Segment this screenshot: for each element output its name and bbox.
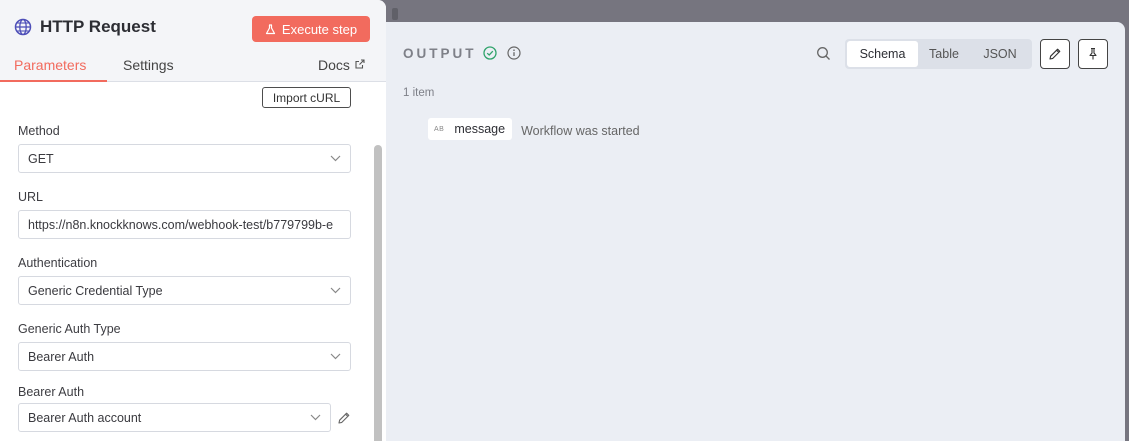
output-view-toggle: Schema Table JSON [845, 39, 1032, 69]
external-link-icon [355, 59, 365, 69]
authentication-select[interactable]: Generic Credential Type [18, 276, 351, 305]
node-title: HTTP Request [40, 17, 156, 36]
canvas-top-strip [372, 0, 1129, 22]
chevron-down-icon [330, 353, 341, 360]
flask-icon [265, 23, 276, 34]
view-schema-button[interactable]: Schema [847, 41, 918, 67]
execute-step-label: Execute step [281, 21, 358, 37]
generic-auth-type-value: Bearer Auth [28, 349, 95, 364]
import-curl-button[interactable]: Import cURL [262, 87, 351, 108]
view-table-button[interactable]: Table [918, 41, 970, 67]
pencil-icon [1049, 48, 1061, 60]
drag-handle[interactable] [392, 8, 398, 20]
docs-label: Docs [318, 57, 350, 73]
generic-auth-type-select[interactable]: Bearer Auth [18, 342, 351, 371]
schema-key-chip[interactable]: AB message [428, 118, 513, 140]
item-count: 1 item [403, 87, 435, 99]
parameters-scrollbar[interactable] [372, 83, 386, 441]
docs-link[interactable]: Docs [318, 57, 365, 82]
view-json-button[interactable]: JSON [970, 41, 1030, 67]
tab-settings[interactable]: Settings [123, 57, 174, 82]
string-type-icon: AB [434, 125, 445, 133]
method-label: Method [18, 124, 60, 138]
node-title-row: HTTP Request [14, 17, 156, 37]
method-select[interactable]: GET [18, 144, 351, 173]
url-label: URL [18, 190, 44, 204]
parameters-panel: HTTP Request Execute step Parameters Set… [0, 0, 386, 441]
edit-credential-icon[interactable] [337, 411, 351, 425]
generic-auth-type-label: Generic Auth Type [18, 322, 121, 336]
scroll-thumb[interactable] [374, 145, 382, 441]
authentication-label: Authentication [18, 256, 98, 270]
active-tab-indicator [0, 80, 107, 82]
schema-row: AB message Workflow was started [428, 118, 640, 140]
globe-icon [14, 18, 32, 36]
tab-parameters[interactable]: Parameters [14, 57, 86, 82]
info-icon[interactable] [507, 46, 521, 60]
bearer-auth-select[interactable]: Bearer Auth account [18, 403, 331, 432]
output-panel: OUTPUT Schema Table JSON 1 item AB messa… [386, 22, 1125, 441]
node-tabs: Parameters Settings Docs [0, 57, 386, 82]
pin-data-button[interactable] [1078, 39, 1108, 69]
bearer-auth-value: Bearer Auth account [28, 410, 142, 425]
search-icon[interactable] [816, 46, 831, 61]
edit-output-button[interactable] [1040, 39, 1070, 69]
node-header: HTTP Request Execute step Parameters Set… [0, 0, 386, 82]
schema-key: message [454, 122, 506, 136]
method-value: GET [28, 151, 54, 166]
parameters-form: Import cURL Method GET URL https://n8n.k… [0, 83, 372, 441]
schema-value: Workflow was started [521, 123, 640, 138]
execute-step-button[interactable]: Execute step [252, 16, 370, 42]
pin-icon [1089, 47, 1097, 60]
authentication-value: Generic Credential Type [28, 283, 163, 298]
url-value: https://n8n.knockknows.com/webhook-test/… [28, 217, 334, 232]
chevron-down-icon [330, 287, 341, 294]
output-title: OUTPUT [403, 46, 477, 61]
chevron-down-icon [310, 414, 321, 421]
chevron-down-icon [330, 155, 341, 162]
success-check-icon [483, 46, 497, 60]
url-input[interactable]: https://n8n.knockknows.com/webhook-test/… [18, 210, 351, 239]
bearer-auth-label: Bearer Auth [18, 385, 85, 399]
